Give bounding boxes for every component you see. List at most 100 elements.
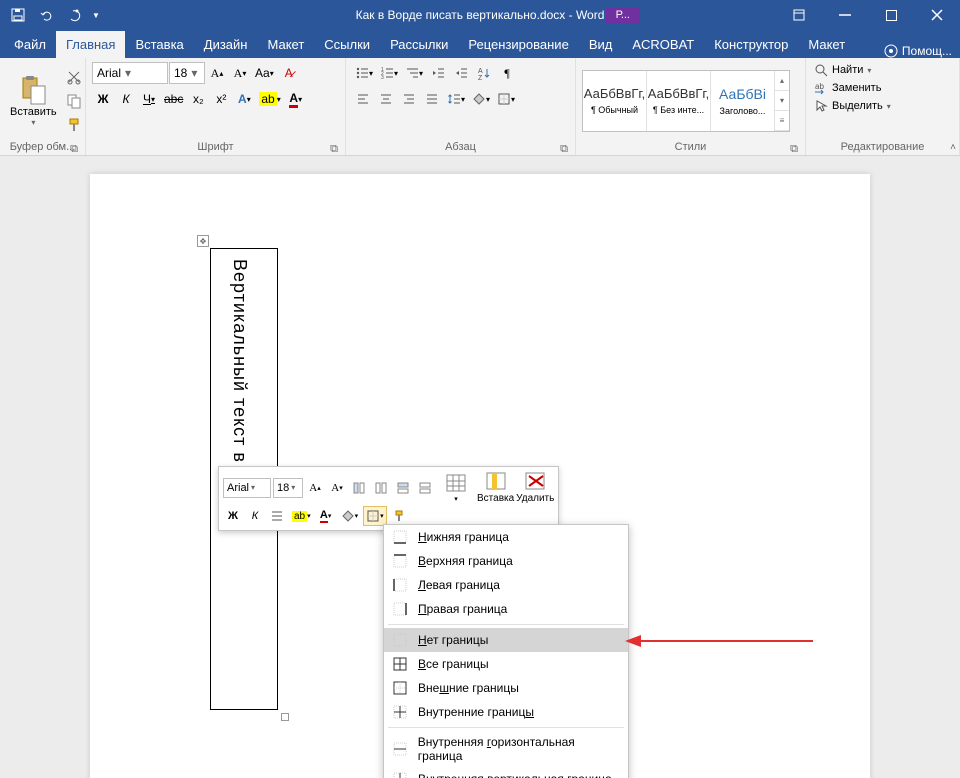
mini-highlight-icon[interactable]: ab▾ bbox=[289, 506, 314, 526]
font-size-select[interactable]: 18▾ bbox=[169, 62, 205, 84]
decrease-indent-icon[interactable] bbox=[427, 62, 449, 84]
align-left-icon[interactable] bbox=[352, 88, 374, 110]
styles-dialog-icon[interactable]: ⧉ bbox=[789, 143, 799, 153]
close-icon[interactable] bbox=[914, 0, 960, 30]
superscript-button[interactable]: x² bbox=[210, 88, 232, 110]
tell-me[interactable]: Помощ... bbox=[884, 44, 952, 58]
menu-inside-v-border[interactable]: Внутренняя вертикальная граница bbox=[384, 767, 628, 778]
text-effects-icon[interactable]: A▾ bbox=[233, 88, 255, 110]
menu-bottom-border[interactable]: Нижняя граница bbox=[384, 525, 628, 549]
styles-scroll-up-icon[interactable]: ▴ bbox=[775, 71, 789, 91]
table-move-handle-icon[interactable]: ✥ bbox=[197, 235, 209, 247]
pilcrow-icon[interactable]: ¶ bbox=[496, 62, 518, 84]
format-painter-icon[interactable] bbox=[63, 114, 85, 136]
save-icon[interactable] bbox=[6, 3, 30, 27]
multilevel-icon[interactable]: ▾ bbox=[402, 62, 426, 84]
mini-grow-font-icon[interactable]: A▴ bbox=[305, 478, 325, 498]
tab-references[interactable]: Ссылки bbox=[314, 31, 380, 58]
underline-button[interactable]: Ч▾ bbox=[138, 88, 160, 110]
menu-no-border[interactable]: Нет границы bbox=[384, 628, 628, 652]
mini-size-select[interactable]: 18▾ bbox=[273, 478, 303, 498]
mini-delete-label[interactable]: Удалить bbox=[516, 493, 554, 504]
ribbon-display-icon[interactable] bbox=[776, 0, 822, 30]
mini-col1-icon[interactable] bbox=[349, 478, 369, 498]
tab-view[interactable]: Вид bbox=[579, 31, 623, 58]
clear-formatting-icon[interactable]: A̷ bbox=[278, 62, 300, 84]
mini-col3-icon[interactable] bbox=[393, 478, 413, 498]
mini-align-icon[interactable] bbox=[267, 506, 287, 526]
justify-icon[interactable] bbox=[421, 88, 443, 110]
find-button[interactable]: Найти▾ bbox=[812, 62, 873, 78]
mini-insert-label[interactable]: Вставка bbox=[477, 493, 514, 504]
minimize-icon[interactable] bbox=[822, 0, 868, 30]
replace-button[interactable]: abЗаменить bbox=[812, 80, 883, 96]
undo-icon[interactable] bbox=[34, 3, 58, 27]
clipboard-dialog-icon[interactable]: ⧉ bbox=[69, 143, 79, 153]
numbering-icon[interactable]: 123▾ bbox=[377, 62, 401, 84]
paragraph-dialog-icon[interactable]: ⧉ bbox=[559, 143, 569, 153]
style-heading1[interactable]: АаБбВіЗаголово... bbox=[711, 71, 775, 131]
paste-button[interactable]: Вставить ▾ bbox=[6, 70, 61, 131]
shrink-font-icon[interactable]: A▾ bbox=[229, 62, 251, 84]
font-dialog-icon[interactable]: ⧉ bbox=[329, 143, 339, 153]
tab-mailings[interactable]: Рассылки bbox=[380, 31, 458, 58]
file-tab[interactable]: Файл bbox=[4, 31, 56, 58]
styles-expand-icon[interactable]: ≡ bbox=[775, 111, 789, 131]
qat-dropdown-icon[interactable]: ▼ bbox=[90, 3, 102, 27]
tab-design[interactable]: Дизайн bbox=[194, 31, 258, 58]
sort-icon[interactable]: AZ bbox=[473, 62, 495, 84]
table-resize-handle-icon[interactable] bbox=[281, 713, 289, 721]
line-spacing-icon[interactable]: ▾ bbox=[444, 88, 468, 110]
menu-left-border[interactable]: Левая граница bbox=[384, 573, 628, 597]
mini-col4-icon[interactable] bbox=[415, 478, 435, 498]
menu-outside-borders[interactable]: Внешние границы bbox=[384, 676, 628, 700]
bullets-icon[interactable]: ▾ bbox=[352, 62, 376, 84]
mini-shading-icon[interactable]: ▾ bbox=[338, 506, 362, 526]
copy-icon[interactable] bbox=[63, 90, 85, 112]
mini-bold[interactable]: Ж bbox=[223, 506, 243, 526]
tab-review[interactable]: Рецензирование bbox=[458, 31, 578, 58]
font-name-select[interactable]: Arial▾ bbox=[92, 62, 168, 84]
highlight-icon[interactable]: ab▾ bbox=[256, 88, 283, 110]
mini-insert-icon[interactable] bbox=[485, 471, 507, 491]
select-button[interactable]: Выделить▾ bbox=[812, 98, 893, 114]
align-right-icon[interactable] bbox=[398, 88, 420, 110]
style-no-spacing[interactable]: АаБбВвГг,¶ Без инте... bbox=[647, 71, 711, 131]
mini-delete-icon[interactable] bbox=[524, 471, 546, 491]
shading-icon[interactable]: ▾ bbox=[469, 88, 493, 110]
font-color-icon[interactable]: A▾ bbox=[285, 88, 307, 110]
mini-font-color-icon[interactable]: A▾ bbox=[316, 506, 336, 526]
maximize-icon[interactable] bbox=[868, 0, 914, 30]
grow-font-icon[interactable]: A▴ bbox=[206, 62, 228, 84]
mini-borders-icon[interactable]: ▾ bbox=[363, 506, 387, 526]
strike-button[interactable]: abc bbox=[161, 88, 186, 110]
styles-scroll-down-icon[interactable]: ▾ bbox=[775, 91, 789, 111]
collapse-ribbon-icon[interactable]: ˄ bbox=[950, 142, 956, 153]
tab-home[interactable]: Главная bbox=[56, 31, 125, 58]
redo-icon[interactable] bbox=[62, 3, 86, 27]
mini-col2-icon[interactable] bbox=[371, 478, 391, 498]
mini-italic[interactable]: К bbox=[245, 506, 265, 526]
change-case-icon[interactable]: Aa▾ bbox=[252, 62, 277, 84]
menu-top-border[interactable]: Верхняя граница bbox=[384, 549, 628, 573]
styles-gallery[interactable]: АаБбВвГг,¶ Обычный АаБбВвГг,¶ Без инте..… bbox=[582, 70, 790, 132]
mini-table-styles-icon[interactable]: ▾ bbox=[445, 473, 467, 503]
borders-icon[interactable]: ▾ bbox=[494, 88, 518, 110]
tab-acrobat[interactable]: ACROBAT bbox=[622, 31, 704, 58]
subscript-button[interactable]: x₂ bbox=[187, 88, 209, 110]
style-normal[interactable]: АаБбВвГг,¶ Обычный bbox=[583, 71, 647, 131]
increase-indent-icon[interactable] bbox=[450, 62, 472, 84]
cut-icon[interactable] bbox=[63, 66, 85, 88]
mini-shrink-font-icon[interactable]: A▾ bbox=[327, 478, 347, 498]
mini-format-painter-icon[interactable] bbox=[389, 506, 409, 526]
mini-font-select[interactable]: Arial▾ bbox=[223, 478, 271, 498]
tab-layout[interactable]: Макет bbox=[257, 31, 314, 58]
align-center-icon[interactable] bbox=[375, 88, 397, 110]
menu-right-border[interactable]: Правая граница bbox=[384, 597, 628, 621]
bold-button[interactable]: Ж bbox=[92, 88, 114, 110]
menu-inside-borders[interactable]: Внутренние границы bbox=[384, 700, 628, 724]
menu-inside-h-border[interactable]: Внутренняя горизонтальная граница bbox=[384, 731, 628, 767]
italic-button[interactable]: К bbox=[115, 88, 137, 110]
menu-all-borders[interactable]: Все границы bbox=[384, 652, 628, 676]
tab-table-layout[interactable]: Макет bbox=[798, 31, 855, 58]
